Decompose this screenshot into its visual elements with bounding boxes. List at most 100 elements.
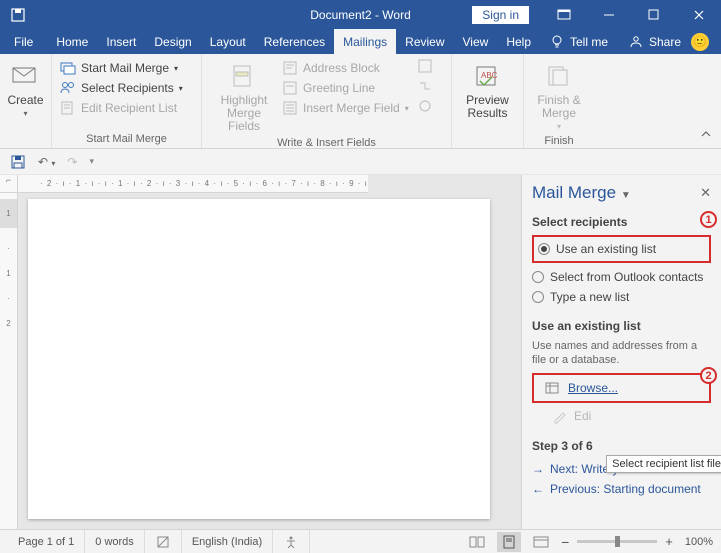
share-button[interactable]: Share — [628, 34, 681, 50]
feedback-smiley-icon[interactable]: 🙂 — [691, 33, 709, 51]
data-source-icon — [544, 380, 560, 396]
highlight-merge-fields-button: Highlight Merge Fields — [208, 58, 280, 135]
tab-design[interactable]: Design — [145, 29, 200, 54]
redo-button[interactable]: ↷ — [67, 155, 77, 169]
select-recipients-heading: Select recipients — [532, 215, 711, 229]
radio-outlook-label: Select from Outlook contacts — [550, 270, 703, 284]
insert-merge-field-label: Insert Merge Field — [303, 101, 400, 115]
tab-help[interactable]: Help — [497, 29, 540, 54]
highlight-merge-fields-label: Highlight Merge Fields — [214, 94, 274, 133]
create-label: Create — [7, 94, 43, 107]
edit-list-icon — [60, 100, 76, 116]
radio-use-existing-list[interactable]: Use an existing list — [538, 239, 705, 259]
address-block-label: Address Block — [303, 61, 380, 75]
prev-label: Previous: Starting document — [550, 482, 701, 496]
zoom-out-button[interactable]: − — [561, 534, 569, 550]
radio-icon — [532, 291, 544, 303]
greeting-icon — [282, 80, 298, 96]
maximize-button[interactable] — [631, 0, 676, 29]
radio-icon — [532, 271, 544, 283]
previous-step-link[interactable]: ← Previous: Starting document — [532, 479, 711, 499]
vruler-margin: 1 — [0, 199, 17, 228]
ribbon: Create ▾ Start Mail Merge ▾ Select Recip… — [0, 54, 721, 149]
group-write-insert-label: Write & Insert Fields — [208, 135, 445, 152]
insert-merge-field-button: Insert Merge Field ▾ — [280, 98, 411, 118]
preview-results-button[interactable]: ABC Preview Results — [458, 58, 517, 122]
chevron-down-icon: ▾ — [557, 122, 561, 131]
start-mail-merge-button[interactable]: Start Mail Merge ▾ — [58, 58, 195, 78]
step-indicator: Step 3 of 6 — [532, 439, 711, 453]
tab-file[interactable]: File — [0, 29, 47, 54]
chevron-down-icon: ▾ — [405, 104, 409, 113]
mail-merge-icon — [60, 60, 76, 76]
envelope-icon — [10, 60, 42, 92]
zoom-percentage[interactable]: 100% — [685, 536, 713, 548]
callout-1: 1 — [700, 211, 717, 228]
finish-merge-label: Finish & Merge — [537, 94, 580, 120]
read-mode-icon[interactable] — [465, 532, 489, 552]
autosave-icon[interactable] — [10, 7, 26, 23]
radio-type-new-list[interactable]: Type a new list — [532, 287, 711, 307]
tab-view[interactable]: View — [454, 29, 498, 54]
task-pane-close-icon[interactable]: ✕ — [700, 185, 711, 201]
share-icon — [628, 34, 644, 50]
collapse-ribbon-icon[interactable] — [699, 128, 713, 142]
chevron-down-icon: ▾ — [179, 84, 183, 93]
arrow-right-icon: → — [532, 462, 544, 476]
browse-button[interactable]: Browse... — [538, 377, 705, 399]
accessibility-icon[interactable] — [273, 530, 310, 553]
arrow-left-icon: ← — [532, 482, 544, 496]
chevron-down-icon[interactable]: ▼ — [621, 190, 631, 201]
finish-icon — [543, 60, 575, 92]
tab-insert[interactable]: Insert — [97, 29, 145, 54]
tab-layout[interactable]: Layout — [201, 29, 255, 54]
tab-mailings[interactable]: Mailings — [334, 29, 396, 54]
document-title: Document2 - Word — [310, 8, 410, 22]
undo-button[interactable]: ↶ ▾ — [38, 155, 55, 169]
greeting-line-label: Greeting Line — [303, 81, 375, 95]
page-indicator[interactable]: Page 1 of 1 — [8, 530, 85, 553]
envelopes-create-button[interactable]: Create ▾ — [6, 58, 45, 120]
chevron-down-icon: ▾ — [23, 109, 27, 118]
lightbulb-icon — [549, 34, 565, 50]
merge-field-icon — [282, 100, 298, 116]
document-page[interactable] — [28, 199, 490, 519]
word-count[interactable]: 0 words — [85, 530, 145, 553]
radio-icon — [538, 243, 550, 255]
titlebar-left — [0, 7, 26, 23]
update-labels-icon — [417, 98, 433, 114]
zoom-slider[interactable] — [577, 540, 657, 543]
ribbon-tabs: File Home Insert Design Layout Reference… — [0, 29, 721, 54]
ribbon-display-options-icon[interactable] — [541, 0, 586, 29]
language-indicator[interactable]: English (India) — [182, 530, 273, 553]
vertical-ruler[interactable]: 1 · 1 · 2 — [0, 193, 18, 529]
sign-in-button[interactable]: Sign in — [472, 6, 529, 24]
spellcheck-icon[interactable] — [145, 530, 182, 553]
match-fields-icon — [417, 78, 433, 94]
tab-home[interactable]: Home — [47, 29, 97, 54]
preview-icon: ABC — [472, 60, 504, 92]
edit-label: Edi — [574, 409, 591, 425]
tab-references[interactable]: References — [255, 29, 334, 54]
zoom-in-button[interactable]: + — [665, 534, 673, 549]
edit-recipient-list-label: Edit Recipient List — [81, 101, 177, 115]
tab-review[interactable]: Review — [396, 29, 453, 54]
radio-new-label: Type a new list — [550, 290, 629, 304]
chevron-down-icon: ▾ — [174, 64, 178, 73]
save-icon[interactable] — [10, 154, 26, 170]
zoom-slider-thumb[interactable] — [615, 536, 620, 547]
ruler-corner: ⌐ — [0, 175, 18, 193]
select-recipients-button[interactable]: Select Recipients ▾ — [58, 78, 195, 98]
finish-merge-button: Finish & Merge ▾ — [530, 58, 588, 133]
qat-customize-icon[interactable]: ▾ — [89, 156, 94, 167]
radio-outlook-contacts[interactable]: Select from Outlook contacts — [532, 267, 711, 287]
tooltip-select-recipient-file: Select recipient list file — [606, 455, 721, 473]
callout-2: 2 — [700, 367, 717, 384]
web-layout-icon[interactable] — [529, 532, 553, 552]
minimize-button[interactable] — [586, 0, 631, 29]
greeting-line-button: Greeting Line — [280, 78, 411, 98]
horizontal-ruler[interactable]: · 2 · ı · 1 · ı · ı · 1 · ı · 2 · ı · 3 … — [18, 175, 368, 193]
close-button[interactable] — [676, 0, 721, 29]
print-layout-icon[interactable] — [497, 532, 521, 552]
tell-me[interactable]: Tell me — [540, 29, 617, 54]
